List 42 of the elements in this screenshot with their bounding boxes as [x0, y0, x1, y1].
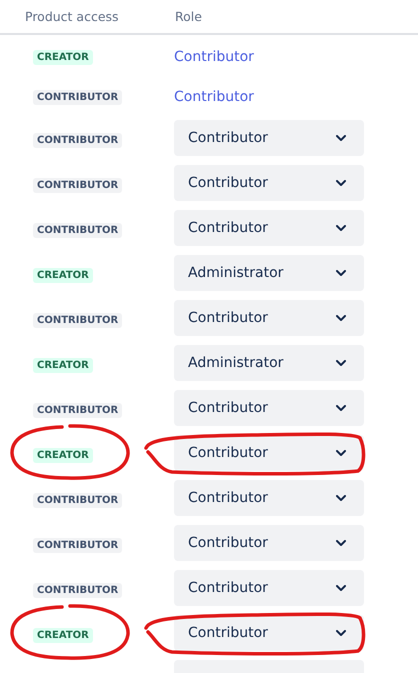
- role-link[interactable]: Contributor: [174, 88, 254, 104]
- access-badge: CREATOR: [33, 448, 93, 462]
- chevron-down-icon: [336, 180, 346, 186]
- chevron-down-icon: [336, 224, 346, 230]
- access-badge: CONTRIBUTOR: [33, 222, 122, 238]
- role-dropdown[interactable]: Contributor: [174, 434, 364, 470]
- role-link[interactable]: Contributor: [174, 48, 254, 64]
- chevron-down-icon: [336, 360, 346, 366]
- access-badge: CONTRIBUTOR: [33, 178, 122, 192]
- chevron-down-icon: [336, 404, 346, 410]
- access-badge: CONTRIBUTOR: [33, 402, 122, 418]
- chevron-down-icon: [336, 314, 346, 320]
- access-badge: CONTRIBUTOR: [33, 492, 122, 508]
- access-badge: CREATOR: [33, 50, 93, 65]
- chevron-down-icon: [336, 540, 346, 546]
- access-badge: CONTRIBUTOR: [33, 582, 122, 598]
- access-badge: CONTRIBUTOR: [33, 312, 122, 328]
- access-badge: CREATOR: [33, 358, 93, 372]
- column-header: Role: [175, 9, 202, 24]
- chevron-down-icon: [336, 494, 346, 500]
- role-dropdown[interactable]: Administrator: [174, 344, 364, 380]
- access-badge: CREATOR: [33, 628, 93, 642]
- chevron-down-icon: [336, 270, 346, 276]
- chevron-down-icon: [336, 630, 346, 636]
- role-dropdown[interactable]: Contributor: [174, 480, 364, 516]
- role-dropdown[interactable]: Contributor: [174, 570, 364, 606]
- column-header: Product access: [25, 9, 120, 24]
- role-dropdown[interactable]: Contributor: [174, 164, 364, 200]
- role-dropdown[interactable]: Contributor: [174, 300, 364, 336]
- access-badge: CONTRIBUTOR: [33, 538, 122, 552]
- access-badge: CONTRIBUTOR: [33, 132, 122, 148]
- role-dropdown[interactable]: Administrator: [174, 254, 364, 290]
- role-dropdown[interactable]: Contributor: [174, 120, 364, 156]
- chevron-down-icon: [336, 134, 346, 140]
- role-dropdown[interactable]: Contributor: [174, 524, 364, 560]
- chevron-down-icon: [336, 584, 346, 590]
- access-badge: CONTRIBUTOR: [33, 90, 122, 105]
- role-dropdown[interactable]: Contributor: [174, 210, 364, 246]
- role-dropdown[interactable]: Contributor: [174, 614, 364, 650]
- chevron-down-icon: [336, 450, 346, 456]
- role-dropdown[interactable]: Contributor: [174, 390, 364, 426]
- access-badge: CREATOR: [33, 268, 93, 282]
